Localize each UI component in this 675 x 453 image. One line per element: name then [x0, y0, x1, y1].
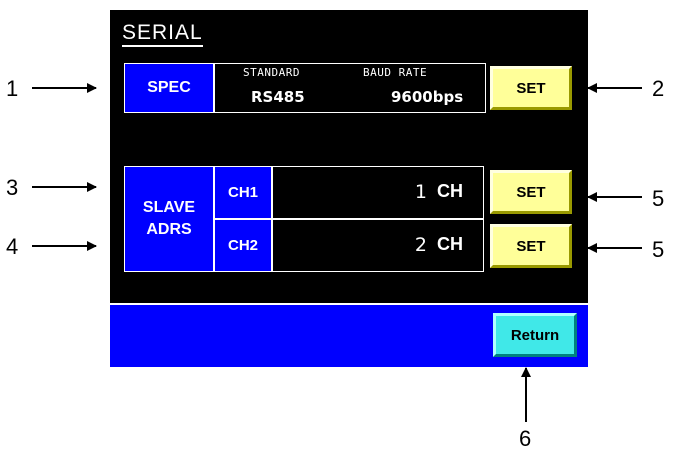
callout-arrows — [32, 83, 642, 422]
callout-6: 6 — [519, 426, 532, 451]
callout-2: 2 — [652, 76, 665, 101]
callout-5-ch2: 5 — [652, 237, 665, 262]
callout-1: 1 — [6, 76, 19, 101]
callout-4: 4 — [6, 234, 19, 259]
callout-5-ch1: 5 — [652, 186, 665, 211]
callout-3: 3 — [6, 175, 19, 200]
